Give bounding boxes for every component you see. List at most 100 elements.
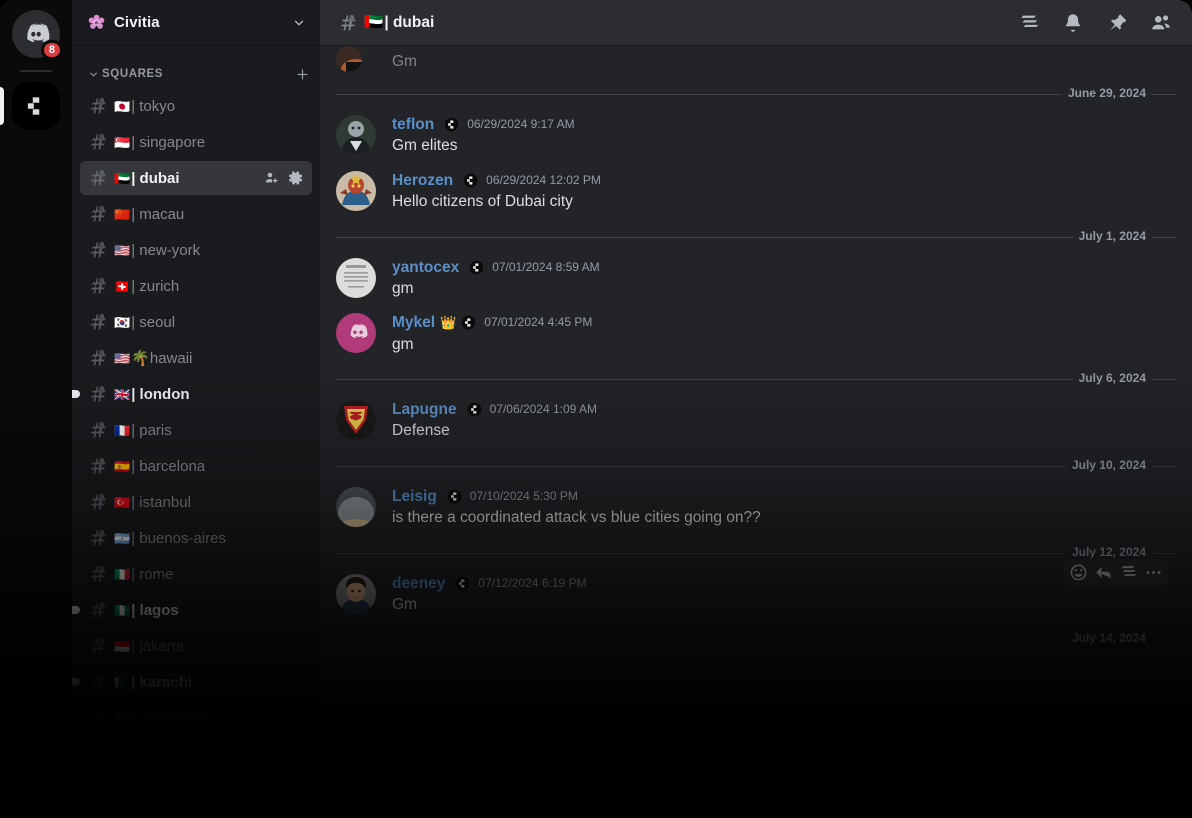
add-member-icon[interactable]: [264, 170, 280, 186]
avatar[interactable]: [336, 170, 376, 211]
avatar[interactable]: [336, 46, 362, 72]
channel-list[interactable]: SQUARES 🇯🇵 | tokyo 🇸🇬 | singapore 🇦🇪 | duba…: [72, 46, 320, 818]
gear-icon[interactable]: [288, 170, 304, 186]
sidebar-channel-jakarta[interactable]: 🇮🇩 | jakarta: [80, 629, 312, 663]
message-username[interactable]: Leisig: [392, 487, 437, 506]
channel-name: | zurich: [131, 277, 180, 295]
threads-icon[interactable]: [1018, 12, 1040, 34]
plus-icon[interactable]: [295, 67, 310, 82]
username-emoji: 👑: [440, 314, 457, 330]
add-reaction-icon[interactable]: [1069, 563, 1088, 582]
message-body: teflon 06/29/2024 9:17 AM Gm elites: [392, 115, 1144, 157]
message[interactable]: teflon 06/29/2024 9:17 AM Gm elites: [320, 113, 1192, 159]
server-button-civitia[interactable]: [0, 82, 60, 130]
locked-hash-icon: [91, 349, 106, 366]
civitia-badge-icon: [469, 260, 484, 275]
sidebar-channel-hawaii[interactable]: 🇺🇸 🌴hawaii: [80, 341, 312, 375]
message-username[interactable]: deeney: [392, 574, 445, 593]
sidebar-channel-rome[interactable]: 🇮🇹 | rome: [80, 557, 312, 591]
sidebar-channel-paris[interactable]: 🇫🇷 | paris: [80, 413, 312, 447]
date-divider: July 12, 2024: [336, 544, 1176, 559]
sidebar-channel-barcelona[interactable]: 🇪🇸 | barcelona: [80, 449, 312, 483]
channel-name: | buenos-aires: [131, 529, 226, 547]
sidebar-channel-zurich[interactable]: 🇨🇭 | zurich: [80, 269, 312, 303]
civitia-badge-icon: [461, 316, 476, 330]
channel-actions: [264, 170, 304, 186]
locked-hash-icon: [91, 637, 106, 654]
message-username[interactable]: Herozen: [392, 171, 453, 190]
message[interactable]: deeney 07/12/2024 6:19 PM Gm: [320, 557, 1192, 618]
date-divider: July 1, 2024: [336, 228, 1176, 243]
locked-hash-icon: [91, 133, 106, 150]
message-body: Lapugne 07/06/2024 1:09 AM Defense: [392, 400, 1144, 442]
civitia-badge-icon: [447, 489, 462, 504]
sidebar-channel-buenos-aires[interactable]: 🇦🇷 | buenos-aires: [80, 521, 312, 555]
avatar[interactable]: [336, 313, 376, 354]
message-username[interactable]: Lapugne: [392, 400, 457, 419]
message[interactable]: Mykel 👑 07/01/2024 4:45 PM gm: [320, 311, 1192, 357]
message[interactable]: Lapugne 07/06/2024 1:09 AM Defense: [320, 398, 1192, 444]
chevron-down-icon[interactable]: [292, 16, 306, 30]
locked-hash-icon: [91, 601, 106, 618]
pinned-messages-icon[interactable]: [1106, 12, 1128, 34]
civitia-badge-icon: [467, 402, 481, 417]
avatar[interactable]: [336, 400, 376, 440]
message[interactable]: yantocex 07/01/2024 8:59 AM gm: [320, 256, 1192, 302]
category-squares[interactable]: SQUARES: [72, 62, 320, 86]
message-username[interactable]: Mykel: [392, 313, 435, 332]
avatar[interactable]: [336, 257, 376, 298]
sidebar-channel-pyongyang[interactable]: 🇰🇵 | pyongyang: [80, 701, 312, 735]
chat-header: 🇦🇪 | dubai: [320, 0, 1192, 46]
channel-name: | seoul: [131, 313, 176, 331]
civitia-badge-icon: [456, 576, 470, 591]
locked-hash-icon: [91, 205, 106, 222]
notification-bell-icon[interactable]: [1062, 12, 1084, 34]
locked-hash-icon: [91, 529, 106, 546]
sidebar-channel-macau[interactable]: 🇨🇳 | macau: [80, 197, 312, 231]
channel-flag: 🇦🇷: [114, 530, 131, 546]
channel-flag: 🇮🇩: [114, 638, 131, 654]
sidebar-channel-dubai[interactable]: 🇦🇪 | dubai: [80, 161, 312, 195]
message-text: gm: [392, 279, 414, 297]
avatar[interactable]: [336, 115, 376, 155]
sidebar-channel-london[interactable]: 🇬🇧 | london: [72, 377, 312, 411]
sidebar-channel-singapore[interactable]: 🇸🇬 | singapore: [80, 125, 312, 159]
message-timestamp: 07/01/2024 4:45 PM: [484, 315, 593, 330]
sidebar-channel-karachi[interactable]: 🇵🇰 | karachi: [72, 665, 312, 699]
message-text: Defense: [392, 422, 450, 440]
chat-channel-flag: 🇦🇪: [364, 14, 384, 31]
create-thread-icon[interactable]: [1119, 563, 1138, 582]
sidebar-channel-tokyo[interactable]: 🇯🇵 | tokyo: [80, 89, 312, 123]
date-divider: July 10, 2024: [336, 457, 1176, 472]
channel-flag: 🇪🇸: [114, 458, 131, 474]
sidebar-channel-seoul[interactable]: 🇰🇷 | seoul: [80, 305, 312, 339]
more-options-icon[interactable]: [1144, 563, 1163, 582]
reply-icon[interactable]: [1094, 563, 1113, 582]
message-list[interactable]: Gm June 29, 2024 teflon 06/29/2024 9:17 …: [320, 46, 1192, 818]
channel-sidebar: Civitia SQUARES 🇯🇵 | tokyo 🇸🇬 | singapore …: [72, 0, 320, 818]
pink-flower-icon: [88, 14, 105, 29]
channel-flag: 🇳🇬: [114, 602, 131, 618]
message-body: Herozen 06/29/2024 12:02 PM Hello citize…: [392, 171, 1144, 213]
sidebar-channel-new-york[interactable]: 🇺🇸 | new-york: [80, 233, 312, 267]
locked-hash-icon: [91, 277, 106, 294]
home-button[interactable]: 8: [12, 10, 63, 60]
message-timestamp: 07/01/2024 8:59 AM: [492, 259, 600, 274]
channel-name: | macau: [131, 205, 185, 223]
message[interactable]: Herozen 06/29/2024 12:02 PM Hello citize…: [320, 169, 1192, 215]
locked-hash-icon: [91, 421, 106, 438]
locked-hash-icon: [91, 673, 106, 690]
sidebar-channel-lagos[interactable]: 🇳🇬 | lagos: [72, 593, 312, 627]
server-header[interactable]: Civitia: [72, 0, 320, 46]
member-list-icon[interactable]: [1150, 12, 1172, 34]
message-header: Leisig 07/10/2024 5:30 PM: [392, 487, 1144, 506]
locked-hash-icon: [91, 313, 106, 330]
message-username[interactable]: teflon: [392, 115, 434, 134]
avatar[interactable]: [336, 573, 376, 614]
message[interactable]: Leisig 07/10/2024 5:30 PM is there a coo…: [320, 485, 1192, 531]
date-divider: July 6, 2024: [336, 371, 1176, 385]
avatar[interactable]: [336, 486, 376, 527]
sidebar-channel-istanbul[interactable]: 🇹🇷 | istanbul: [80, 485, 312, 519]
date-divider: June 29, 2024: [336, 86, 1176, 100]
message-username[interactable]: yantocex: [392, 258, 459, 277]
